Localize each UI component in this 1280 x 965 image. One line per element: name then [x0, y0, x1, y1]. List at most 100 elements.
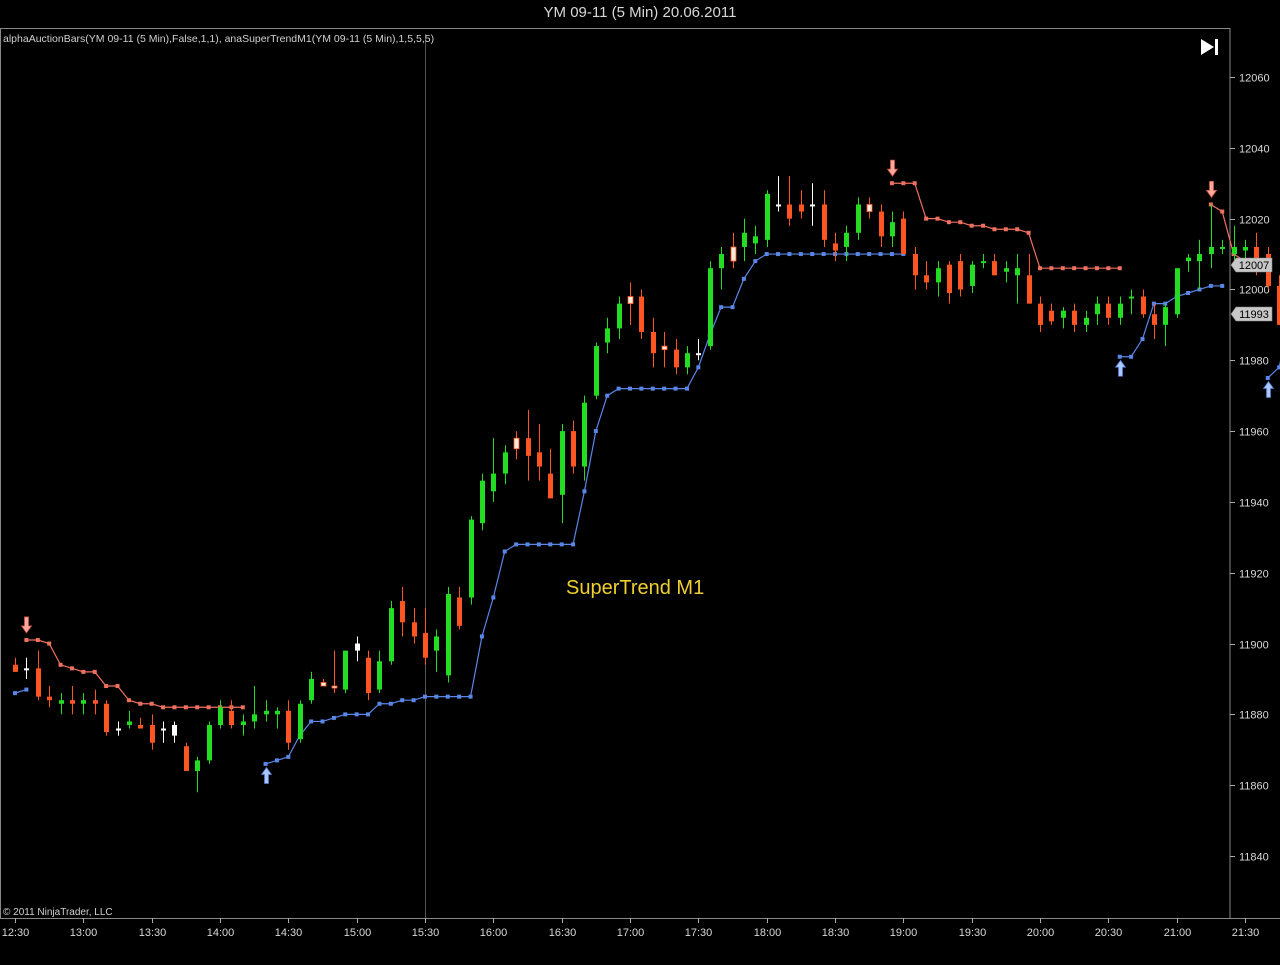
candle-body[interactable]	[901, 218, 906, 255]
candle-body[interactable]	[241, 721, 246, 725]
candle-body[interactable]	[674, 349, 679, 368]
candle-body[interactable]	[924, 275, 929, 283]
candle-body[interactable]	[366, 657, 371, 694]
candle-body[interactable]	[93, 700, 98, 704]
candle-body[interactable]	[343, 650, 348, 690]
candle-body[interactable]	[389, 608, 394, 662]
candle-body[interactable]	[1118, 303, 1123, 318]
candle-body[interactable]	[1243, 246, 1248, 251]
candle-body[interactable]	[491, 473, 496, 492]
candle-body[interactable]	[13, 664, 18, 672]
candle-body[interactable]	[1220, 246, 1225, 249]
candle-body[interactable]	[150, 724, 155, 743]
candle-body[interactable]	[833, 243, 838, 251]
candle-body[interactable]	[719, 254, 724, 269]
candle-body[interactable]	[423, 632, 428, 658]
candle-body[interactable]	[753, 236, 758, 244]
candle-body[interactable]	[161, 728, 166, 731]
candle-body[interactable]	[286, 710, 291, 743]
candle-body[interactable]	[1049, 310, 1054, 322]
candle-body[interactable]	[320, 682, 327, 687]
candle-body[interactable]	[936, 268, 941, 283]
candle-body[interactable]	[1197, 254, 1202, 262]
candle-body[interactable]	[1084, 317, 1089, 325]
candle-body[interactable]	[787, 204, 792, 219]
candle-body[interactable]	[1015, 268, 1020, 276]
candle-body[interactable]	[765, 193, 770, 240]
candle-body[interactable]	[708, 268, 713, 347]
candle-body[interactable]	[457, 597, 462, 626]
candle-body[interactable]	[1175, 268, 1180, 315]
candle-body[interactable]	[947, 264, 952, 293]
candle-body[interactable]	[1027, 275, 1032, 304]
candle-body[interactable]	[879, 211, 884, 237]
candle-body[interactable]	[639, 296, 644, 332]
candle-body[interactable]	[651, 331, 656, 354]
price-chart[interactable]: 12060 12040 12020 12000 11980 11960 11940 11920…	[0, 0, 1280, 965]
candle-body[interactable]	[981, 261, 986, 264]
candle-body[interactable]	[24, 668, 29, 671]
candle-body[interactable]	[503, 452, 508, 474]
candle-body[interactable]	[856, 204, 861, 233]
candle-body[interactable]	[513, 437, 520, 450]
candle-body[interactable]	[526, 438, 531, 456]
candle-body[interactable]	[469, 519, 474, 598]
candle-body[interactable]	[685, 353, 690, 368]
candle-body[interactable]	[195, 760, 200, 772]
candle-body[interactable]	[970, 264, 975, 286]
candle-body[interactable]	[810, 204, 815, 207]
candle-body[interactable]	[184, 746, 189, 772]
candle-body[interactable]	[252, 714, 257, 722]
candle-body[interactable]	[605, 328, 610, 343]
candle-body[interactable]	[355, 643, 360, 651]
candle-body[interactable]	[627, 296, 634, 305]
candle-body[interactable]	[696, 353, 701, 356]
candle-body[interactable]	[1095, 303, 1100, 315]
candle-body[interactable]	[992, 261, 997, 276]
candle-body[interactable]	[1152, 314, 1157, 325]
candle-body[interactable]	[70, 700, 75, 704]
candle-body[interactable]	[1163, 307, 1168, 325]
candle-body[interactable]	[594, 346, 599, 396]
candle-body[interactable]	[104, 703, 109, 733]
candle-body[interactable]	[412, 622, 417, 637]
candle-body[interactable]	[560, 431, 565, 495]
candle-body[interactable]	[844, 232, 849, 247]
candle-body[interactable]	[434, 636, 439, 651]
candle-body[interactable]	[822, 204, 827, 240]
candle-body[interactable]	[275, 710, 280, 715]
candle-body[interactable]	[400, 601, 405, 623]
candle-body[interactable]	[264, 710, 269, 715]
candle-body[interactable]	[1141, 296, 1146, 315]
candle-body[interactable]	[1129, 296, 1134, 299]
candle-body[interactable]	[537, 452, 542, 467]
candle-body[interactable]	[138, 724, 143, 729]
candle-body[interactable]	[799, 204, 804, 212]
candle-body[interactable]	[377, 661, 382, 690]
candle-body[interactable]	[571, 431, 576, 467]
candle-body[interactable]	[958, 261, 963, 290]
candle-body[interactable]	[776, 204, 781, 207]
candle-body[interactable]	[890, 222, 895, 237]
candle-body[interactable]	[36, 668, 41, 697]
candle-body[interactable]	[331, 685, 338, 689]
candle-body[interactable]	[309, 678, 314, 701]
candle-body[interactable]	[582, 402, 587, 467]
candle-body[interactable]	[913, 254, 918, 276]
candle-body[interactable]	[172, 724, 177, 736]
candle-body[interactable]	[730, 246, 737, 262]
candle-body[interactable]	[742, 232, 747, 247]
candle-body[interactable]	[207, 724, 212, 761]
candle-body[interactable]	[548, 473, 553, 499]
candle-body[interactable]	[1209, 246, 1214, 255]
candle-body[interactable]	[480, 480, 485, 524]
candle-body[interactable]	[1004, 268, 1009, 272]
candle-body[interactable]	[866, 204, 873, 212]
candle-body[interactable]	[218, 707, 223, 725]
candle-body[interactable]	[446, 593, 451, 676]
candle-body[interactable]	[81, 700, 86, 704]
scroll-to-end-button[interactable]	[1198, 37, 1224, 57]
candle-body[interactable]	[1072, 310, 1077, 325]
candle-body[interactable]	[1232, 246, 1237, 255]
candle-body[interactable]	[1106, 303, 1111, 318]
